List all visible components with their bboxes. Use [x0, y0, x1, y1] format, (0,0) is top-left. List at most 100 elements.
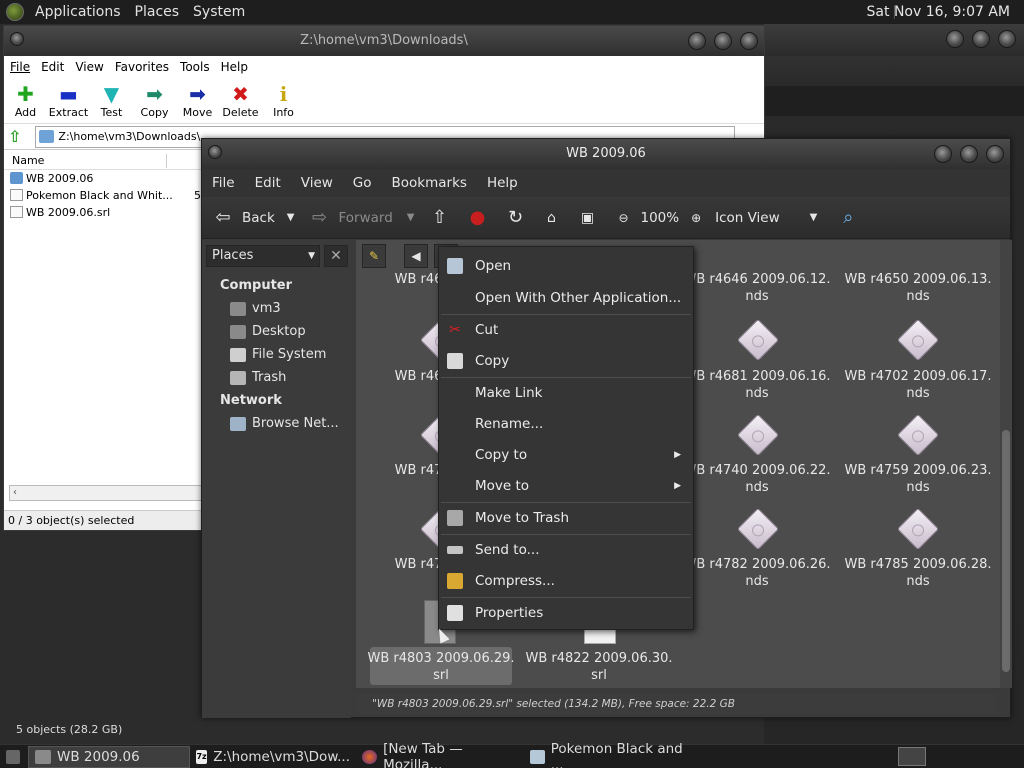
menu-file[interactable]: File: [4, 60, 35, 74]
distro-logo-icon[interactable]: [6, 3, 24, 21]
file-item-label[interactable]: WB r4646 2009.06.12. nds: [682, 271, 832, 305]
maximize-icon[interactable]: [960, 145, 978, 163]
sidebar-type-select[interactable]: Places ▼: [206, 245, 320, 267]
delete-button[interactable]: ✖ Delete: [219, 78, 262, 123]
file-item-label[interactable]: WB r4782 2009.06.26. nds: [682, 556, 832, 590]
file-item-label[interactable]: WB r4702 2009.06.17. nds: [843, 368, 993, 402]
file-item-label[interactable]: WB r4785 2009.06.28. nds: [843, 556, 993, 590]
close-icon[interactable]: [998, 30, 1016, 48]
forward-history-dropdown-icon[interactable]: ▼: [407, 212, 415, 223]
move-button[interactable]: ➡ Move: [176, 78, 219, 123]
back-button[interactable]: ⇦ Back ▼: [212, 207, 294, 228]
nds-file-icon[interactable]: [896, 318, 940, 362]
up-folder-icon[interactable]: ⇧: [8, 127, 21, 146]
sidebar-item-browse-network[interactable]: Browse Net...: [230, 416, 339, 431]
menu-favorites[interactable]: Favorites: [109, 60, 174, 74]
task-sevenzip[interactable]: 7z Z:\home\vm3\Dow...: [190, 746, 356, 768]
ctx-copy[interactable]: Copy: [439, 347, 693, 375]
menu-help[interactable]: Help: [477, 175, 528, 191]
minimize-icon[interactable]: [688, 32, 706, 50]
sidebar-item-filesystem[interactable]: File System: [230, 347, 326, 362]
zoom-in-button[interactable]: ⊕: [685, 211, 707, 225]
task-firefox[interactable]: [New Tab — Mozilla...: [356, 741, 524, 768]
menu-view[interactable]: View: [69, 60, 108, 74]
minimize-icon[interactable]: [946, 30, 964, 48]
window-menu-icon[interactable]: [208, 145, 222, 159]
list-item[interactable]: WB 2009.06.srl: [4, 204, 204, 221]
file-item-label[interactable]: WB r4822 2009.06.30. srl: [524, 650, 674, 684]
list-item[interactable]: Pokemon Black and Whit... 5: [4, 187, 204, 204]
nds-file-icon[interactable]: [896, 413, 940, 457]
file-item-label-selected[interactable]: WB r4803 2009.06.29. srl: [366, 650, 516, 684]
horizontal-scrollbar[interactable]: ‹: [9, 485, 205, 501]
applications-menu[interactable]: Applications: [28, 0, 128, 24]
column-divider[interactable]: [166, 154, 167, 168]
menu-view[interactable]: View: [291, 175, 343, 191]
nds-file-icon[interactable]: [736, 413, 780, 457]
add-button[interactable]: ✚ Add: [4, 78, 47, 123]
maximize-icon[interactable]: [714, 32, 732, 50]
home-button[interactable]: ⌂: [540, 210, 562, 226]
ctx-rename[interactable]: Rename...: [439, 410, 693, 438]
sidebar-item-desktop[interactable]: Desktop: [230, 324, 306, 339]
menu-help[interactable]: Help: [215, 60, 253, 74]
sidebar-item-trash[interactable]: Trash: [230, 370, 286, 385]
path-left-arrow-icon[interactable]: ◀: [404, 244, 428, 268]
ctx-move-to-trash[interactable]: Move to Trash: [439, 504, 693, 532]
sidebar-close-button[interactable]: ✕: [324, 245, 348, 267]
system-menu[interactable]: System: [186, 0, 252, 24]
search-button[interactable]: ⌕: [837, 207, 859, 228]
copy-button[interactable]: ➡ Copy: [133, 78, 176, 123]
background-window-titlebar[interactable]: [764, 24, 1024, 56]
info-button[interactable]: i Info: [262, 78, 305, 123]
file-item-label[interactable]: WB r4681 2009.06.16. nds: [682, 368, 832, 402]
workspace-switcher[interactable]: [898, 747, 926, 766]
nds-file-icon[interactable]: [736, 318, 780, 362]
minimize-icon[interactable]: [934, 145, 952, 163]
menu-bookmarks[interactable]: Bookmarks: [382, 175, 477, 191]
back-history-dropdown-icon[interactable]: ▼: [287, 212, 295, 223]
menu-edit[interactable]: Edit: [245, 175, 291, 191]
maximize-icon[interactable]: [972, 30, 990, 48]
sevenzip-titlebar[interactable]: Z:\home\vm3\Downloads\: [4, 26, 764, 56]
scrollbar-thumb[interactable]: [1002, 430, 1010, 672]
close-icon[interactable]: [986, 145, 1004, 163]
task-pokemon[interactable]: Pokemon Black and ...: [524, 741, 694, 768]
ctx-compress[interactable]: Compress...: [439, 567, 693, 595]
ctx-properties[interactable]: Properties: [439, 599, 693, 627]
view-mode-select[interactable]: Icon View ▼: [715, 210, 817, 226]
ctx-copy-to[interactable]: Copy to ▶: [439, 441, 693, 469]
ctx-move-to[interactable]: Move to ▶: [439, 472, 693, 500]
menu-go[interactable]: Go: [343, 175, 382, 191]
nds-file-icon[interactable]: [896, 507, 940, 551]
places-menu[interactable]: Places: [128, 0, 187, 24]
close-icon[interactable]: [740, 32, 758, 50]
extract-button[interactable]: ▬ Extract: [47, 78, 90, 123]
test-button[interactable]: ▼ Test: [90, 78, 133, 123]
menu-edit[interactable]: Edit: [35, 60, 69, 74]
ctx-open-with[interactable]: Open With Other Application...: [439, 284, 693, 312]
show-desktop-icon[interactable]: [6, 749, 20, 764]
menu-file[interactable]: File: [202, 175, 245, 191]
clock[interactable]: Sat Nov 16, 9:07 AM: [867, 0, 1010, 24]
file-item-label[interactable]: WB r4650 2009.06.13. nds: [843, 271, 993, 305]
ctx-send-to[interactable]: Send to...: [439, 536, 693, 564]
menu-tools[interactable]: Tools: [174, 60, 215, 74]
forward-button[interactable]: ⇨ Forward ▼: [308, 207, 415, 228]
up-button[interactable]: ⇧: [428, 207, 450, 228]
list-item[interactable]: WB 2009.06: [4, 170, 204, 187]
ctx-cut[interactable]: ✂ Cut: [439, 316, 693, 344]
sidebar-item-vm3[interactable]: vm3: [230, 301, 281, 316]
task-nautilus[interactable]: WB 2009.06: [28, 745, 190, 768]
window-menu-icon[interactable]: [10, 32, 24, 46]
vertical-scrollbar[interactable]: [1000, 240, 1012, 688]
file-item-label[interactable]: WB r4759 2009.06.23. nds: [843, 462, 993, 496]
stop-button[interactable]: ●: [466, 207, 488, 228]
column-header-name[interactable]: Name: [4, 152, 204, 170]
file-item-label[interactable]: WB r4740 2009.06.22. nds: [682, 462, 832, 496]
nautilus-titlebar[interactable]: WB 2009.06: [202, 139, 1010, 169]
ctx-make-link[interactable]: Make Link: [439, 379, 693, 407]
zoom-out-button[interactable]: ⊖: [612, 211, 634, 225]
nds-file-icon[interactable]: [736, 507, 780, 551]
computer-button[interactable]: ▣: [576, 210, 598, 226]
